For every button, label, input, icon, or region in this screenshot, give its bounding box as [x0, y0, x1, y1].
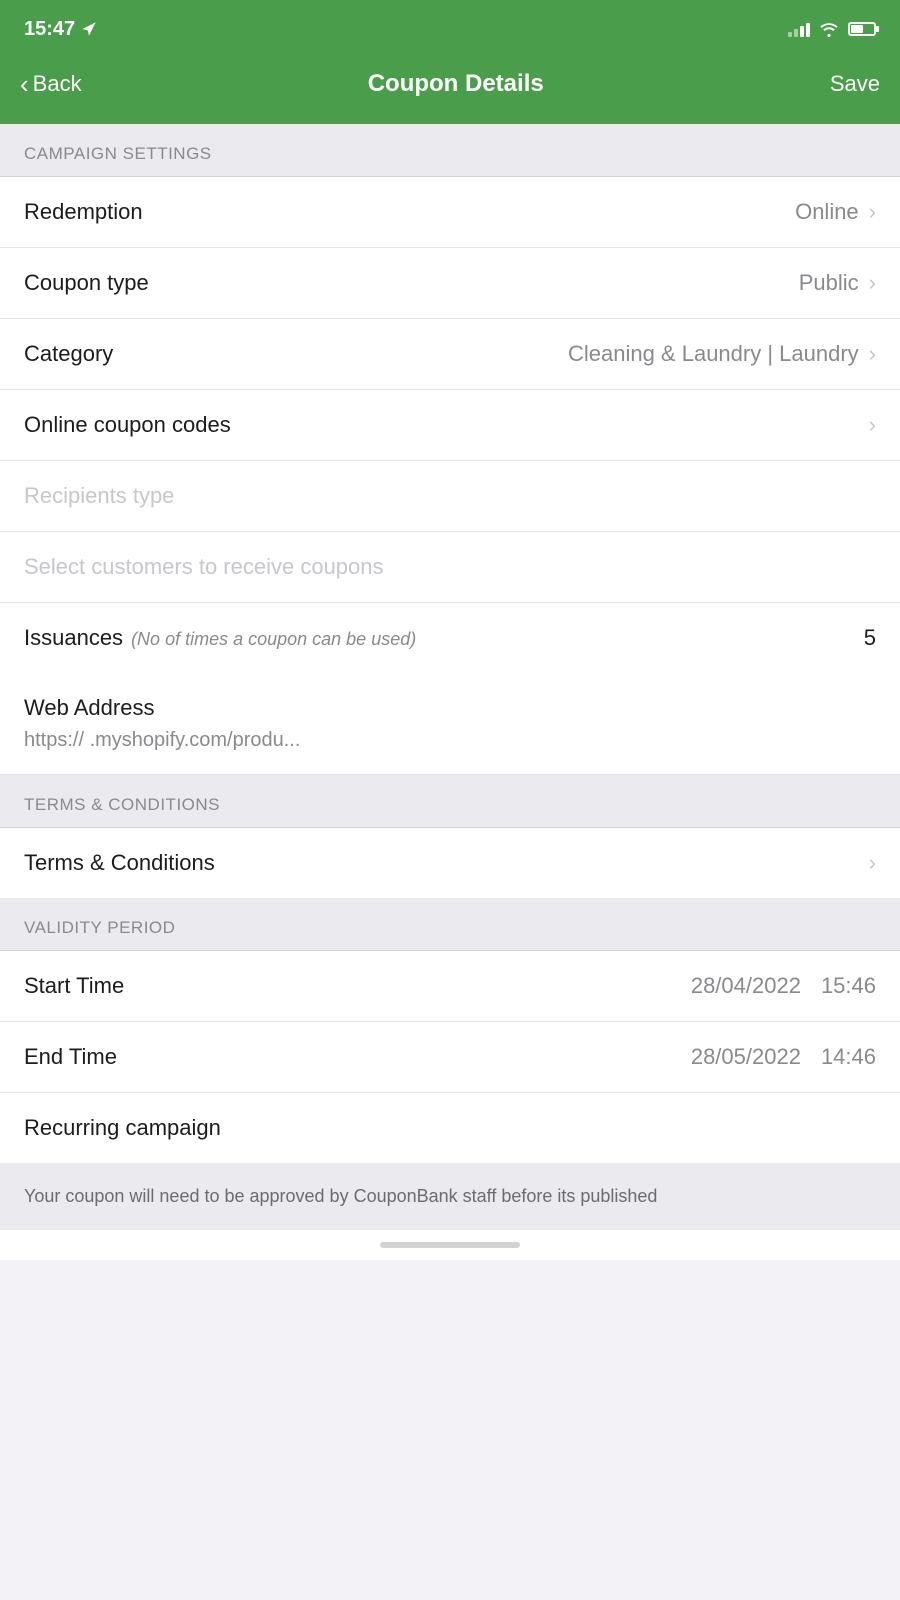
- category-label: Category: [24, 341, 113, 367]
- web-address-block[interactable]: Web Address https:// .myshopify.com/prod…: [0, 673, 900, 775]
- location-arrow-icon: [81, 21, 97, 37]
- back-chevron-icon: ‹: [20, 69, 29, 100]
- category-row[interactable]: Category Cleaning & Laundry | Laundry ›: [0, 319, 900, 390]
- web-address-label: Web Address: [24, 695, 876, 721]
- recurring-campaign-row[interactable]: Recurring campaign: [0, 1093, 900, 1163]
- recipients-type-placeholder: Recipients type: [24, 483, 174, 509]
- status-bar: 15:47: [0, 0, 900, 54]
- end-time-date: 28/05/2022: [691, 1044, 801, 1070]
- terms-conditions-value-group: ›: [869, 850, 876, 876]
- coupon-type-value-group: Public ›: [799, 270, 876, 296]
- online-coupon-codes-chevron-icon: ›: [869, 412, 876, 438]
- back-label: Back: [33, 71, 82, 97]
- validity-period-section-label: VALIDITY PERIOD: [24, 918, 175, 937]
- issuances-row[interactable]: Issuances (No of times a coupon can be u…: [0, 603, 900, 673]
- online-coupon-codes-label: Online coupon codes: [24, 412, 231, 438]
- validity-period-header: VALIDITY PERIOD: [0, 898, 900, 951]
- page-title: Coupon Details: [368, 70, 544, 98]
- home-bar: [380, 1242, 520, 1248]
- footer-notice-text: Your coupon will need to be approved by …: [24, 1183, 876, 1210]
- select-customers-row[interactable]: Select customers to receive coupons: [0, 532, 900, 603]
- battery-icon: [848, 22, 876, 36]
- issuances-label-group: Issuances (No of times a coupon can be u…: [24, 625, 864, 651]
- redemption-label: Redemption: [24, 199, 143, 225]
- start-time-date: 28/04/2022: [691, 973, 801, 999]
- terms-conditions-section-label: TERMS & CONDITIONS: [24, 795, 220, 814]
- recipients-type-row[interactable]: Recipients type: [0, 461, 900, 532]
- end-time-time: 14:46: [821, 1044, 876, 1070]
- select-customers-placeholder: Select customers to receive coupons: [24, 554, 384, 580]
- campaign-settings-header: CAMPAIGN SETTINGS: [0, 124, 900, 177]
- issuances-label: Issuances: [24, 625, 123, 651]
- home-indicator: [0, 1230, 900, 1260]
- terms-conditions-list: Terms & Conditions ›: [0, 828, 900, 898]
- start-time-value-group: 28/04/2022 15:46: [691, 973, 876, 999]
- start-time-label: Start Time: [24, 973, 124, 999]
- terms-conditions-header: TERMS & CONDITIONS: [0, 775, 900, 828]
- redemption-chevron-icon: ›: [869, 199, 876, 225]
- end-time-label: End Time: [24, 1044, 117, 1070]
- redemption-row[interactable]: Redemption Online ›: [0, 177, 900, 248]
- status-time: 15:47: [24, 18, 97, 41]
- validity-period-list: Start Time 28/04/2022 15:46 End Time 28/…: [0, 951, 900, 1163]
- start-time-row[interactable]: Start Time 28/04/2022 15:46: [0, 951, 900, 1022]
- campaign-settings-label: CAMPAIGN SETTINGS: [24, 144, 212, 163]
- start-time-time: 15:46: [821, 973, 876, 999]
- time-display: 15:47: [24, 18, 75, 41]
- wifi-icon: [818, 21, 840, 37]
- footer-notice: Your coupon will need to be approved by …: [0, 1163, 900, 1230]
- category-value-group: Cleaning & Laundry | Laundry ›: [568, 341, 876, 367]
- coupon-type-row[interactable]: Coupon type Public ›: [0, 248, 900, 319]
- redemption-value: Online: [795, 199, 859, 225]
- end-time-value-group: 28/05/2022 14:46: [691, 1044, 876, 1070]
- coupon-type-chevron-icon: ›: [869, 270, 876, 296]
- redemption-value-group: Online ›: [795, 199, 876, 225]
- coupon-type-value: Public: [799, 270, 859, 296]
- signal-icon: [788, 21, 810, 37]
- coupon-type-label: Coupon type: [24, 270, 149, 296]
- category-value: Cleaning & Laundry | Laundry: [568, 341, 859, 367]
- terms-conditions-chevron-icon: ›: [869, 850, 876, 876]
- end-time-row[interactable]: End Time 28/05/2022 14:46: [0, 1022, 900, 1093]
- save-button[interactable]: Save: [830, 71, 880, 97]
- nav-bar: ‹ Back Coupon Details Save: [0, 54, 900, 124]
- category-chevron-icon: ›: [869, 341, 876, 367]
- terms-conditions-label: Terms & Conditions: [24, 850, 215, 876]
- issuances-note: (No of times a coupon can be used): [131, 629, 416, 650]
- recurring-campaign-label: Recurring campaign: [24, 1115, 221, 1141]
- issuances-value: 5: [864, 625, 876, 651]
- online-coupon-codes-value-group: ›: [869, 412, 876, 438]
- campaign-settings-list: Redemption Online › Coupon type Public ›…: [0, 177, 900, 673]
- web-address-url: https:// .myshopify.com/produ...: [24, 729, 876, 752]
- online-coupon-codes-row[interactable]: Online coupon codes ›: [0, 390, 900, 461]
- back-button[interactable]: ‹ Back: [20, 69, 82, 100]
- status-icons: [788, 21, 876, 37]
- terms-conditions-row[interactable]: Terms & Conditions ›: [0, 828, 900, 898]
